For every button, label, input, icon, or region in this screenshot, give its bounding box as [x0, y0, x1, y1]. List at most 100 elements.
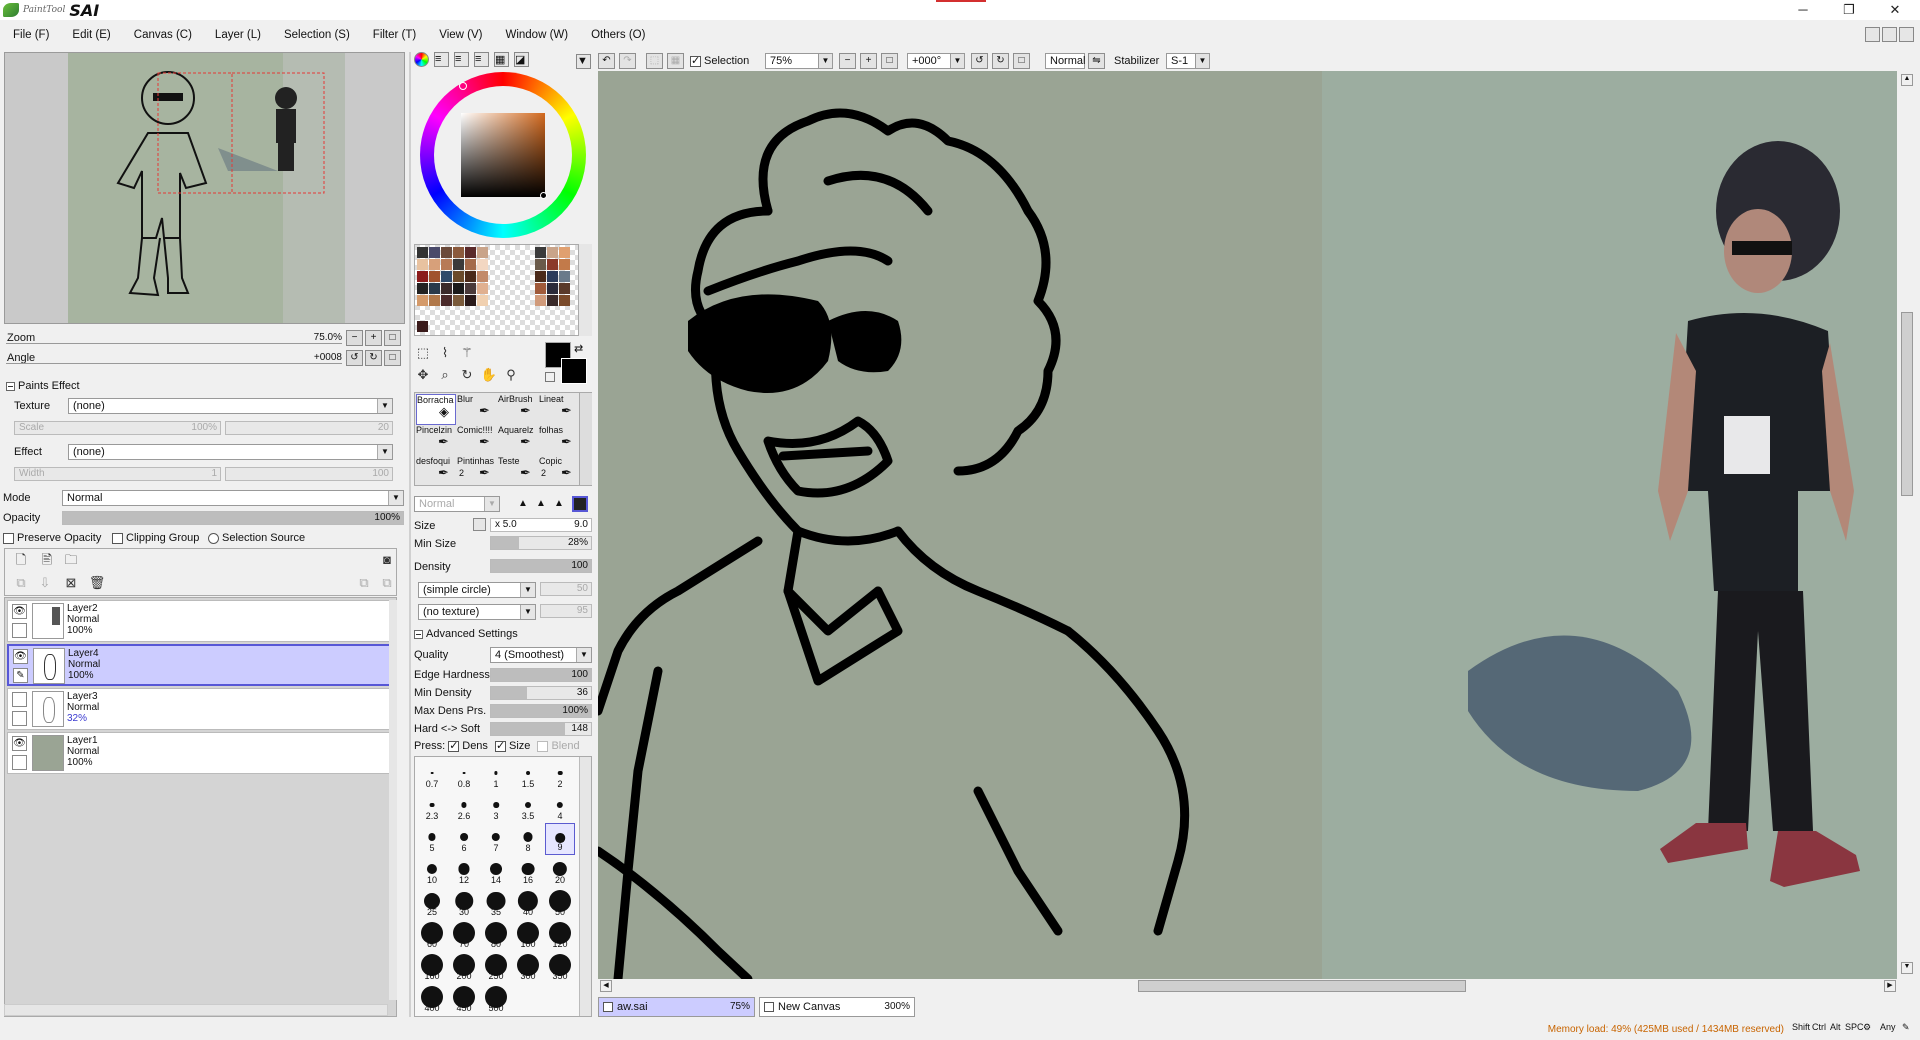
rotate-right-button[interactable]: ↻ [365, 350, 382, 366]
color-panel-menu-icon[interactable]: ▼ [576, 54, 591, 69]
pen-status-icon[interactable]: ✎ [1902, 1022, 1910, 1033]
deselect-icon[interactable]: ⬚ [646, 53, 663, 69]
swatch[interactable] [535, 259, 546, 270]
texture-strength-bar[interactable]: 20 [225, 421, 393, 435]
mode-select[interactable]: Normal ▼ [62, 490, 404, 506]
swatch[interactable] [453, 259, 464, 270]
rotate-left-button[interactable]: ↺ [346, 350, 363, 366]
rect-select-icon[interactable]: ⬚ [414, 344, 432, 362]
canvas-horizontal-scrollbar[interactable]: ◀ ▶ [598, 979, 1900, 993]
brush-size-350[interactable]: 350 [545, 951, 575, 983]
magic-wand-icon[interactable]: ⚚ [458, 344, 476, 362]
swatch[interactable] [417, 321, 428, 332]
swatch-grid-left[interactable] [417, 247, 488, 306]
rgb-slider-mode-icon[interactable]: ≡ [434, 52, 449, 67]
hue-marker[interactable] [459, 82, 467, 90]
brush-size-grid[interactable]: 0.7 0.8 1 1.5 2 2.3 2.6 3 3.5 4 5 6 7 8 9 10 12 14 16 20 25 3… [414, 756, 592, 1017]
layer-item-layer3[interactable]: Layer3 Normal 32% [7, 688, 391, 730]
zoom-reset-button[interactable]: □ [384, 330, 401, 346]
selection-toggle[interactable]: Selection [690, 54, 749, 67]
rotate-ccw-icon[interactable]: ↺ [971, 53, 988, 69]
swatch[interactable] [417, 295, 428, 306]
tool-teste[interactable]: Teste ✒ [498, 456, 538, 487]
press-dens-checkbox[interactable] [448, 739, 460, 752]
edge-hardness-bar[interactable]: 100 [490, 668, 592, 682]
swatch[interactable] [441, 271, 452, 282]
swatch[interactable] [535, 247, 546, 258]
eye-icon[interactable]: 👁 [12, 604, 27, 619]
menu-selection[interactable]: Selection (S) [271, 24, 360, 46]
transfer-down-icon[interactable]: ⇩ [36, 574, 54, 592]
min-size-bar[interactable]: 28% [490, 536, 592, 550]
tool-desfoqui[interactable]: desfoqui ✒ [416, 456, 456, 487]
layer-lock-toggle[interactable] [12, 755, 27, 770]
drawing-canvas[interactable] [598, 71, 1897, 979]
brush-size-3[interactable]: 3 [481, 791, 511, 823]
brush-size-16[interactable]: 16 [513, 855, 543, 887]
menu-view[interactable]: View (V) [426, 24, 492, 46]
redo-icon[interactable]: ↷ [619, 53, 636, 69]
brush-icon[interactable]: ✎ [13, 668, 28, 683]
brush-shape-strength-bar[interactable]: 50 [540, 582, 592, 596]
new-vector-layer-icon[interactable]: 🖹 [38, 551, 56, 569]
hsv-slider-mode-icon[interactable]: ≡ [454, 52, 469, 67]
swatch-scrollbar[interactable] [578, 244, 592, 336]
effect-width-bar[interactable]: Width 1 [14, 467, 221, 481]
menu-file[interactable]: File (F) [0, 24, 59, 46]
tool-blur[interactable]: Blur ✒ [457, 394, 497, 425]
undo-icon[interactable]: ↶ [598, 53, 615, 69]
brush-size-0-7[interactable]: 0.7 [417, 759, 447, 791]
swatch[interactable] [535, 295, 546, 306]
swatch[interactable] [477, 283, 488, 294]
rotate-reset-icon[interactable]: □ [1013, 53, 1030, 69]
texture-select[interactable]: (none) ▼ [68, 398, 393, 414]
swatch[interactable] [453, 271, 464, 282]
panel-minimize-icon[interactable] [1865, 27, 1880, 42]
brush-size-100[interactable]: 100 [513, 919, 543, 951]
zoom-in-button[interactable]: + [365, 330, 382, 346]
copy-layer-icon[interactable]: ⧉ [12, 574, 30, 592]
rotate-reset-button[interactable]: □ [384, 350, 401, 366]
panel-splitter[interactable] [409, 52, 411, 1017]
swatch[interactable] [441, 283, 452, 294]
swatch-grid-right[interactable] [535, 247, 570, 306]
panel-close-icon[interactable] [1899, 27, 1914, 42]
brush-size-1-5[interactable]: 1.5 [513, 759, 543, 791]
max-dens-bar[interactable]: 100% [490, 704, 592, 718]
canvas-angle-select[interactable]: +000° ▼ [907, 53, 965, 69]
restore-button[interactable]: ❐ [1826, 0, 1872, 20]
scroll-up-icon[interactable]: ▲ [1901, 74, 1913, 86]
swatch[interactable] [465, 247, 476, 258]
brush-size-25[interactable]: 25 [417, 887, 447, 919]
minimize-button[interactable]: ─ [1780, 0, 1826, 20]
flip-horizontal-icon[interactable]: ⇋ [1088, 53, 1105, 69]
density-bar[interactable]: 100 [490, 559, 592, 573]
canvas-blend-select[interactable]: Normal [1045, 53, 1085, 69]
swatch[interactable] [417, 259, 428, 270]
brush-size-400[interactable]: 400 [417, 983, 447, 1015]
lasso-icon[interactable]: ⌇ [436, 344, 454, 362]
eye-icon[interactable]: 👁 [12, 736, 27, 751]
canvas-vertical-scrollbar[interactable]: ▲ ▼ [1899, 72, 1915, 978]
layer-item-layer4[interactable]: 👁 ✎ Layer4 Normal 100% [7, 644, 391, 686]
tool-grid-scrollbar[interactable] [579, 393, 592, 485]
menu-edit[interactable]: Edit (E) [59, 24, 120, 46]
brush-size-300[interactable]: 300 [513, 951, 543, 983]
invert-selection-icon[interactable]: ▦ [667, 53, 684, 69]
stabilizer-select[interactable]: S-1 ▼ [1166, 53, 1210, 69]
tool-aquarelz[interactable]: Aquarelz ✒ [498, 425, 538, 456]
swatch[interactable] [477, 295, 488, 306]
brush-size-0-8[interactable]: 0.8 [449, 759, 479, 791]
swatch[interactable] [441, 259, 452, 270]
swatch[interactable] [429, 271, 440, 282]
size-grid-scrollbar[interactable] [579, 757, 591, 1016]
saturation-value-square[interactable] [461, 113, 545, 197]
tool-airbrush[interactable]: AirBrush ✒ [498, 394, 538, 425]
swap-colors-icon[interactable]: ⇄ [574, 342, 583, 355]
advanced-settings-header[interactable]: Advanced Settings [414, 628, 518, 640]
brush-size-200[interactable]: 200 [449, 951, 479, 983]
scroll-down-icon[interactable]: ▼ [1901, 962, 1913, 974]
brush-size-40[interactable]: 40 [513, 887, 543, 919]
eye-hidden-icon[interactable] [12, 692, 27, 707]
quality-select[interactable]: 4 (Smoothest) ▼ [490, 647, 592, 663]
